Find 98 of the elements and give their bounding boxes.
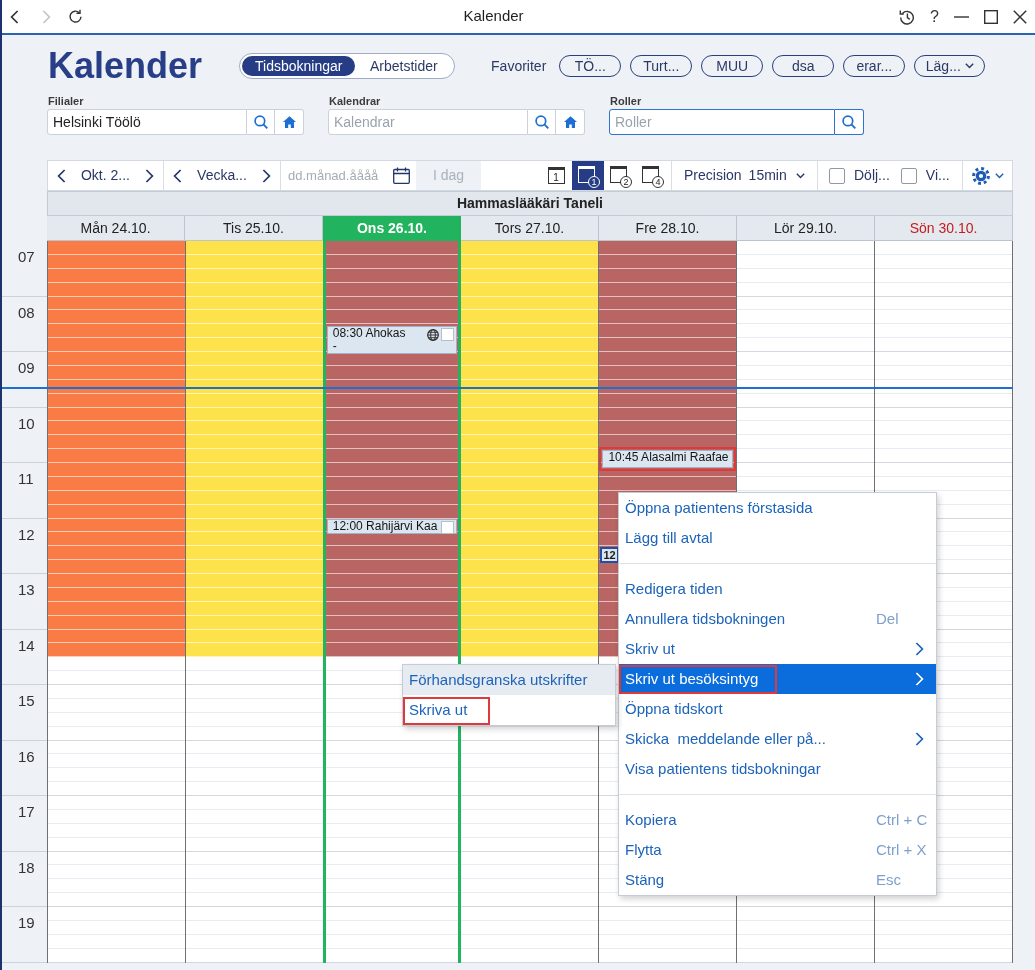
search-icon — [253, 115, 268, 129]
menu-item[interactable]: Flytta Ctrl + X — [619, 835, 936, 865]
refresh-icon[interactable] — [68, 9, 83, 24]
checkbox[interactable] — [440, 521, 454, 534]
menu-item[interactable]: Lägg till avtal — [619, 523, 936, 553]
calendar-icon[interactable] — [393, 167, 410, 184]
hour-label: 12 — [18, 525, 35, 543]
hour-label: 18 — [18, 858, 35, 876]
day-header: Tis 25.10. — [185, 216, 323, 241]
chevron-right-icon — [42, 9, 51, 24]
history-icon[interactable] — [899, 8, 916, 25]
chevron-down-icon — [964, 63, 974, 69]
tab[interactable]: Tidsbokningar — [242, 56, 356, 76]
favorite-button[interactable]: erar... — [843, 55, 906, 77]
search-field[interactable]: Helsinki Töölö — [47, 109, 247, 135]
menu-item[interactable]: Skicka meddelande eller på... — [619, 724, 936, 754]
date-field[interactable]: dd.månad.åååå — [288, 161, 390, 190]
shortcut-label: Esc — [876, 869, 902, 890]
favorite-button[interactable]: MUU — [701, 55, 764, 77]
hour-label: 17 — [18, 803, 35, 820]
home-icon — [563, 116, 577, 128]
favorite-button[interactable]: dsa — [772, 55, 835, 77]
hour-label: 13 — [18, 581, 35, 598]
chevron-down-icon — [994, 172, 1004, 179]
shortcut-label: Ctrl + X — [876, 839, 928, 860]
menu-item[interactable]: Stäng Esc — [619, 865, 936, 895]
hour-label: 07 — [18, 248, 35, 265]
day-header: Lör 29.10. — [737, 216, 875, 241]
search-button[interactable] — [835, 109, 864, 135]
chevron-right-icon[interactable] — [145, 168, 154, 183]
precision-dropdown[interactable]: 15min — [748, 165, 805, 186]
precision-label: Precision — [684, 166, 742, 185]
view-button[interactable]: 4 — [636, 161, 668, 190]
hour-label: 09 — [18, 359, 35, 376]
tab[interactable]: Arbetstider — [355, 56, 453, 76]
hour-label: 14 — [18, 636, 35, 654]
window-title: Kalender — [462, 6, 525, 27]
hour-label: 08 — [18, 303, 35, 321]
minimize-icon[interactable] — [954, 15, 969, 18]
field-label: Filialer — [47, 94, 85, 109]
checkbox[interactable] — [829, 167, 845, 184]
menu-item[interactable]: Skriva ut — [403, 695, 615, 725]
page-title: Kalender — [48, 48, 203, 84]
field-label: Kalendrar — [328, 94, 382, 109]
favorite-button[interactable]: Turt... — [630, 55, 693, 77]
shortcut-label: Del — [876, 608, 900, 629]
checkbox-label: Dölj... — [854, 166, 890, 185]
menu-item[interactable]: Skriv ut besöksintyg — [619, 664, 936, 694]
close-icon[interactable] — [1013, 9, 1027, 24]
chevron-left-icon[interactable] — [57, 168, 66, 183]
search-icon — [842, 115, 856, 129]
hour-label: 19 — [18, 914, 35, 931]
menu-item[interactable]: Annullera tidsbokningen Del — [619, 604, 936, 634]
favorite-button[interactable]: TÖ... — [559, 55, 622, 77]
home-button[interactable] — [275, 109, 304, 135]
menu-item[interactable]: Öppna patientens förstasida — [619, 493, 936, 523]
search-icon — [534, 115, 549, 129]
menu-item[interactable]: Redigera tiden — [619, 574, 936, 604]
favorite-dropdown[interactable]: Läg... — [914, 55, 986, 77]
day-header: Ons 26.10. — [323, 216, 461, 241]
hour-label: 15 — [18, 692, 35, 709]
home-button[interactable] — [556, 109, 585, 135]
calendar-title: Hammaslääkäri Taneli — [47, 191, 1013, 216]
view-button[interactable]: 2 — [604, 161, 636, 190]
checkbox[interactable] — [900, 167, 917, 184]
field-label: Roller — [609, 94, 643, 109]
shortcut-label: Ctrl + C — [876, 809, 929, 830]
hour-label: 16 — [18, 747, 35, 765]
hour-label: 11 — [18, 470, 34, 487]
chevron-left-icon[interactable] — [10, 9, 19, 24]
checkbox-label: Vi... — [925, 166, 950, 185]
day-header: Tors 27.10. — [461, 216, 599, 241]
hour-label: 10 — [18, 414, 35, 432]
day-header: Fre 28.10. — [599, 216, 737, 241]
chevron-left-icon[interactable] — [173, 168, 182, 183]
week-label[interactable]: Vecka... — [197, 165, 247, 186]
favorites-label: Favoriter — [491, 56, 547, 76]
month-label[interactable]: Okt. 2... — [81, 165, 130, 186]
view-button[interactable]: 1 — [540, 161, 572, 190]
menu-item[interactable]: Öppna tidskort — [619, 694, 936, 724]
help-button[interactable]: ? — [930, 8, 939, 25]
settings-icon[interactable] — [971, 166, 990, 185]
menu-item[interactable]: Visa patientens tidsbokningar — [619, 754, 936, 784]
menu-item[interactable]: Kopiera Ctrl + C — [619, 805, 936, 835]
search-field[interactable]: Roller — [609, 109, 835, 135]
maximize-icon[interactable] — [984, 9, 998, 24]
home-icon — [282, 116, 296, 128]
appointment[interactable]: 12:00 Rahijärvi Kaa — [326, 519, 457, 534]
menu-item[interactable]: Förhandsgranska utskrifter — [403, 665, 615, 695]
appointment[interactable]: 08:30 Ahokas - — [326, 326, 457, 354]
menu-item[interactable]: Skriv ut — [619, 634, 936, 664]
day-header: Sön 30.10. — [875, 216, 1013, 241]
view-button[interactable]: 1 — [572, 161, 604, 190]
day-header: Mån 24.10. — [47, 216, 185, 241]
chevron-down-icon — [795, 172, 805, 179]
chevron-right-icon[interactable] — [262, 168, 271, 183]
appointment[interactable]: 10:45 Alasalmi Raafae — [602, 450, 734, 468]
checkbox[interactable] — [440, 328, 454, 341]
